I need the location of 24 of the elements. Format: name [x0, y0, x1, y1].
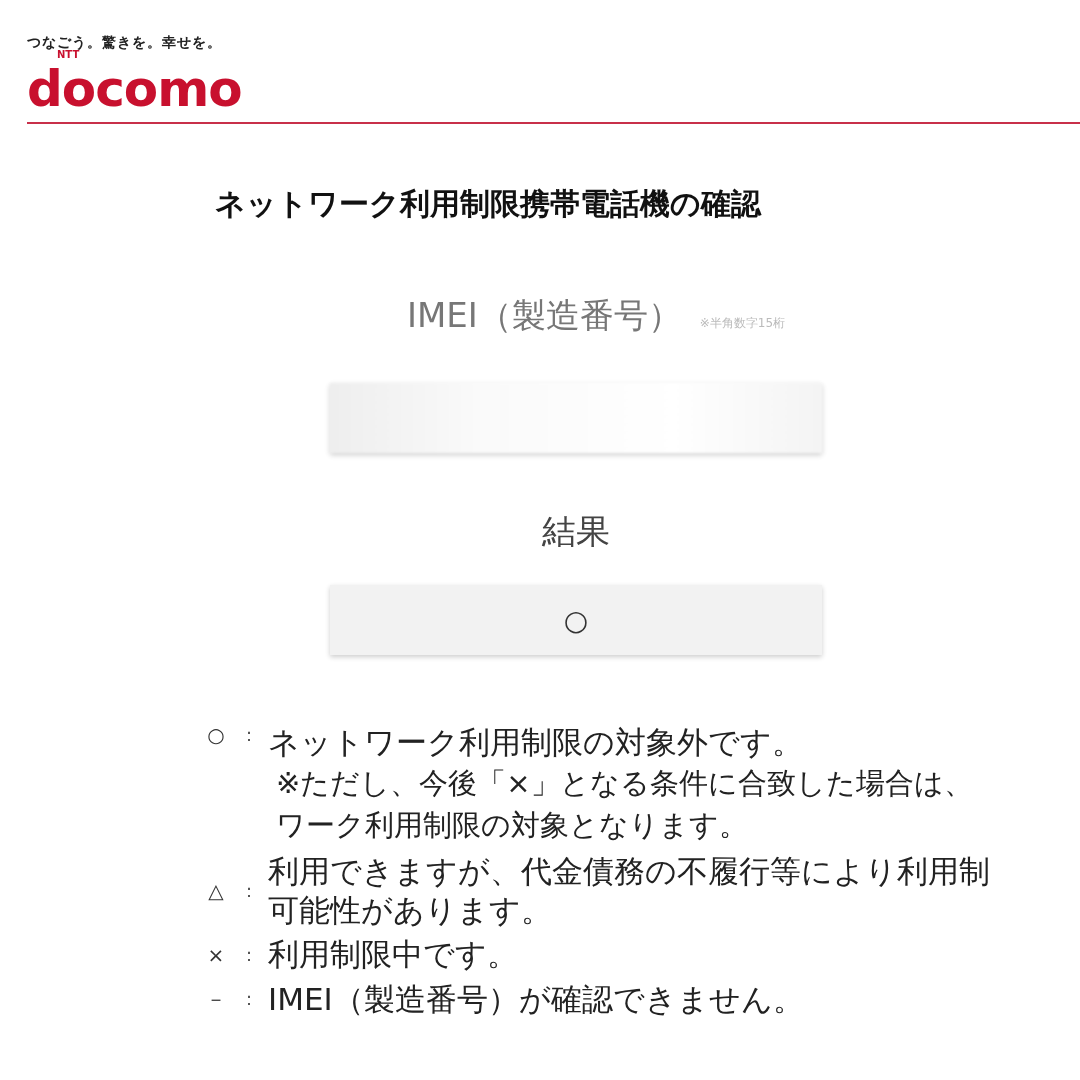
imei-label: IMEI（製造番号） — [406, 294, 682, 337]
legend-colon: ： — [239, 987, 259, 1012]
input-field[interactable] — [330, 383, 822, 453]
legend-colon: ： — [239, 878, 259, 903]
legend-text: ネットワーク利用制限の対象外です。 — [268, 723, 804, 762]
legend-symbol: × — [206, 942, 226, 967]
result-label: 結果 — [542, 510, 610, 553]
legend-colon: ： — [239, 723, 259, 747]
tagline: つなごう。驚きを。幸せを。 — [27, 34, 223, 51]
legend-text: 利用制限中です。 — [268, 935, 518, 975]
input-hint: ※半角数字15桁 — [699, 315, 786, 332]
logo[interactable]: docomo — [27, 64, 242, 114]
legend-text: 可能性があります。 — [268, 890, 553, 930]
legend-note: ※ただし、今後「×」となる条件に合致した場合は、 — [276, 764, 973, 802]
logo-superscript: NTT — [57, 49, 80, 60]
legend-symbol: △ — [207, 878, 225, 903]
result-field: ○ — [330, 585, 822, 655]
legend-text: 利用できますが、代金債務の不履行等により利用制 — [268, 851, 990, 891]
legend-symbol: ○ — [206, 723, 226, 747]
legend-note: ワーク利用制限の対象となります。 — [276, 806, 749, 844]
legend-symbol: － — [205, 985, 227, 1013]
legend-colon: ： — [239, 942, 259, 967]
legend-text: IMEI（製造番号）が確認できません。 — [268, 980, 804, 1019]
page-title: ネットワーク利用制限携帯電話機の確認 — [215, 185, 763, 223]
